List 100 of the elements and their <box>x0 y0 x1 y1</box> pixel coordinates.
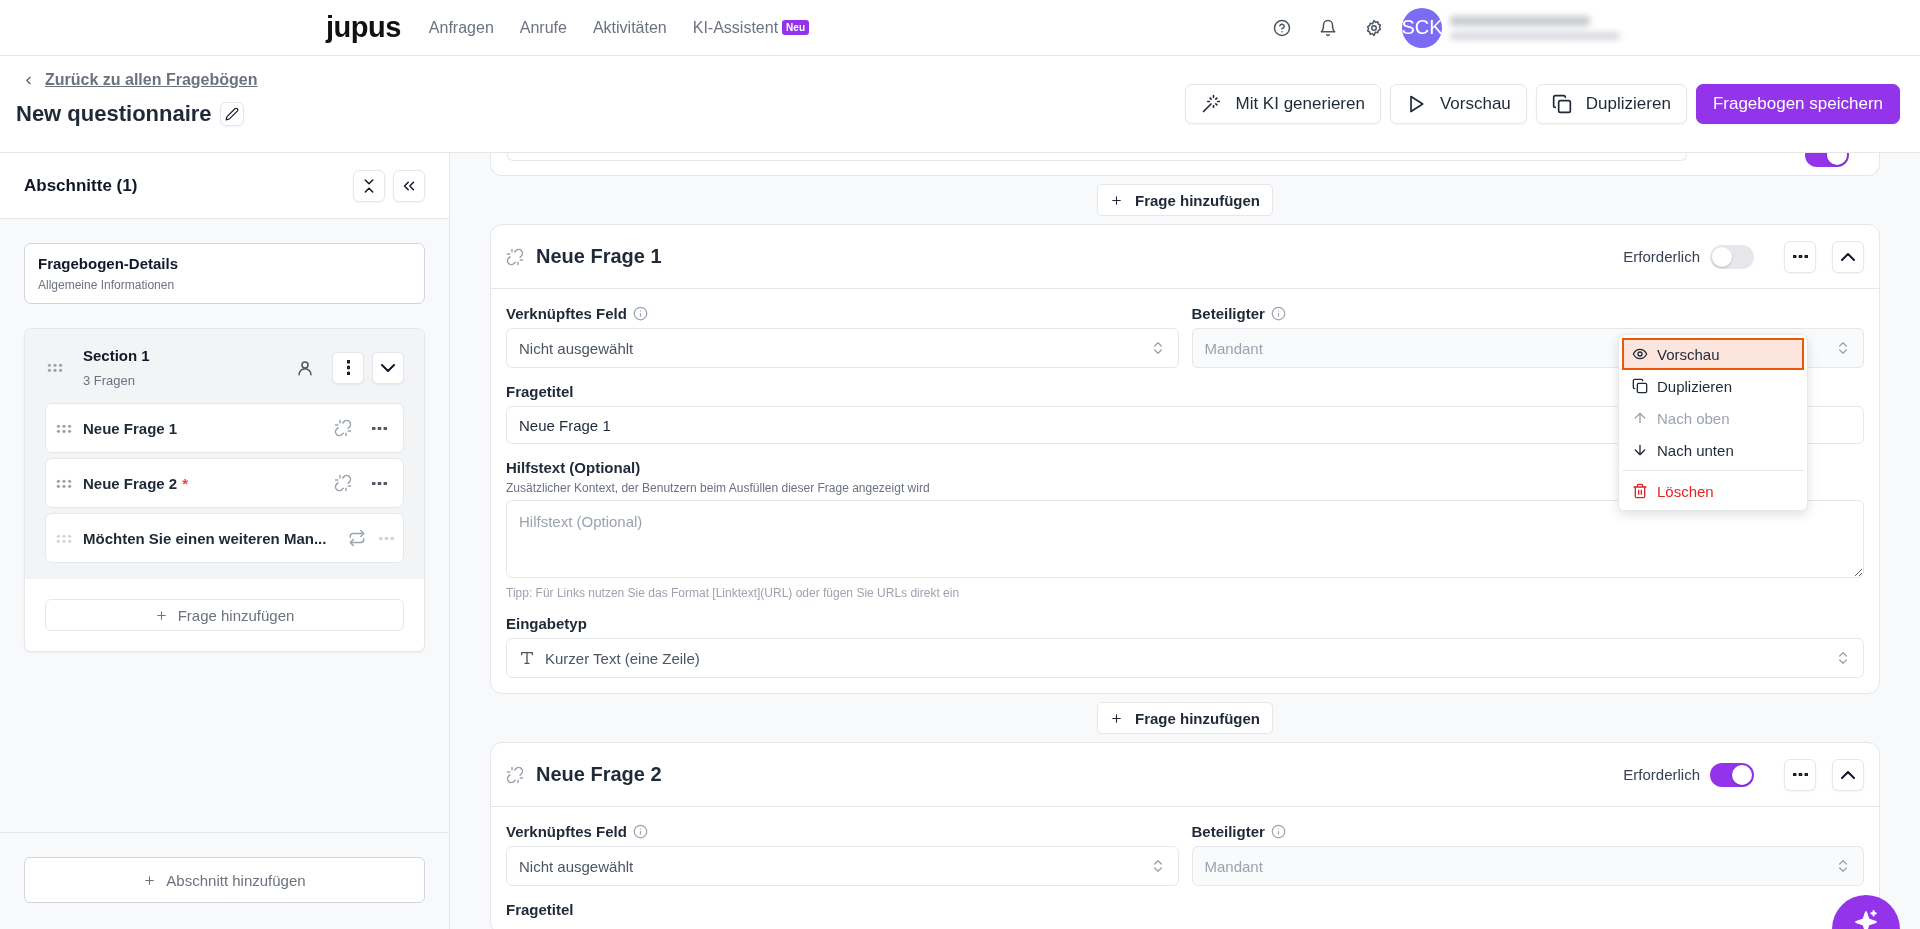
question-label: Neue Frage 2 <box>83 474 178 492</box>
copy-icon <box>1551 94 1572 114</box>
broken-link-icon <box>334 474 352 492</box>
settings-icon <box>1365 18 1383 37</box>
help-text-area[interactable]: Hilfstext (Optional) <box>506 500 1864 578</box>
repeat-icon <box>348 529 367 547</box>
question-count: 3 Fragen <box>83 373 137 388</box>
info-icon <box>632 306 648 321</box>
select-field[interactable]: Nicht ausgewählt <box>506 328 1179 368</box>
generate-button[interactable]: Mit KI generieren <box>1185 84 1381 124</box>
section-menu-button[interactable] <box>332 351 364 384</box>
required-label: Erforderlich <box>1623 248 1700 265</box>
sparkle-icon <box>1853 909 1879 929</box>
field-label: Fragetitel <box>506 901 574 918</box>
collapse-question-button[interactable] <box>1832 240 1864 273</box>
question-menu-button[interactable] <box>1784 758 1816 791</box>
details-title: Fragebogen-Details <box>38 255 180 272</box>
eye-icon <box>1632 346 1648 362</box>
required-label: Erforderlich <box>1623 766 1700 783</box>
nav-link[interactable]: Aktivitäten <box>592 18 667 37</box>
field-label: Verknüpftes Feld <box>506 305 627 322</box>
more-icon <box>379 536 395 540</box>
arrow-up-icon <box>1632 410 1648 426</box>
more-icon <box>1792 773 1808 776</box>
nav-link[interactable]: Anfragen <box>428 18 494 37</box>
question-item[interactable]: Neue Frage 1 <box>45 403 404 453</box>
plus-icon <box>1110 193 1123 207</box>
user-avatar[interactable]: SCK <box>1402 7 1442 48</box>
question-label: Neue Frage 1 <box>83 419 178 437</box>
field-label: Fragetitel <box>506 383 574 400</box>
question-title: Neue Frage 2 <box>536 763 662 786</box>
plus-icon <box>1110 711 1123 725</box>
plus-icon <box>143 873 157 887</box>
logo[interactable]: jupus <box>326 11 401 44</box>
add-section-button[interactable]: Abschnitt hinzufügen <box>24 857 425 903</box>
toggle-switch[interactable] <box>1710 244 1754 269</box>
expand-section-button[interactable] <box>372 351 404 384</box>
drag-handle-icon[interactable] <box>56 478 72 488</box>
copy-icon <box>1632 378 1648 394</box>
info-icon <box>1270 824 1286 839</box>
question-menu-button[interactable] <box>1784 240 1816 273</box>
new-badge: Neu <box>782 20 809 35</box>
hint-text: Tipp: Für Links nutzen Sie das Format [Linktext](URL) oder fügen Sie URLs direkt ein <box>506 586 961 600</box>
toggle-switch[interactable] <box>1710 762 1754 787</box>
collapse-all-button[interactable] <box>353 169 385 202</box>
select-field[interactable]: Kurzer Text (eine Zeile) <box>506 638 1864 678</box>
field-label: Beteiligter <box>1191 823 1265 840</box>
bell-icon <box>1319 18 1337 37</box>
pencil-icon <box>224 107 239 121</box>
nav-link[interactable]: KI-Assistent Neu <box>692 18 809 37</box>
page-title: New questionnaire <box>16 101 212 127</box>
trash-icon <box>1632 483 1648 499</box>
collapse-question-button[interactable] <box>1832 758 1864 791</box>
details-card[interactable]: Fragebogen-Details Allgemeine Informationen <box>24 243 425 304</box>
chevron-down-icon <box>381 363 395 372</box>
field-label: Verknüpftes Feld <box>506 823 627 840</box>
duplicate-button[interactable]: Duplizieren <box>1535 84 1687 124</box>
select-field[interactable]: Nicht ausgewählt <box>506 846 1179 886</box>
plus-icon <box>154 608 168 622</box>
info-icon <box>632 824 648 839</box>
drag-handle-icon[interactable] <box>47 363 63 372</box>
broken-link-icon <box>506 765 524 784</box>
add-question-button[interactable]: Frage hinzufügen <box>1097 184 1273 216</box>
nav-link[interactable]: Anrufe <box>519 18 567 37</box>
details-subtitle: Allgemeine Informationen <box>38 278 176 292</box>
broken-link-icon <box>506 247 524 266</box>
question-item[interactable]: Neue Frage 2 * <box>45 458 404 508</box>
add-question-button[interactable]: Frage hinzufügen <box>1097 702 1273 734</box>
person-icon <box>296 358 314 377</box>
field-label: Beteiligter <box>1191 305 1265 322</box>
menu-item[interactable]: Vorschau <box>1622 338 1804 370</box>
vertical-dots-icon <box>346 360 350 375</box>
chevron-up-icon <box>1841 252 1855 261</box>
magic-wand-icon <box>1201 94 1222 114</box>
more-icon <box>371 481 387 485</box>
field-description: Zusätzlicher Kontext, der Benutzern beim Ausfüllen dieser Frage angezeigt wird <box>506 481 930 495</box>
save-button[interactable]: Fragebogen speichern <box>1695 84 1900 124</box>
back-link[interactable]: Zurück zu allen Fragebögen <box>45 71 258 89</box>
question-label: Möchten Sie einen weiteren Man... <box>83 529 327 547</box>
field-label: Eingabetyp <box>506 615 587 632</box>
hide-sidebar-button[interactable] <box>393 169 425 202</box>
drag-handle-icon[interactable] <box>56 423 72 433</box>
more-icon <box>371 426 387 430</box>
info-icon <box>1270 306 1286 321</box>
text-type-icon <box>519 650 535 666</box>
text-input[interactable] <box>507 153 1687 161</box>
menu-item[interactable]: Duplizieren <box>1622 370 1804 402</box>
field-label: Hilfstext (Optional) <box>506 459 641 476</box>
section-title: Section 1 <box>83 347 151 364</box>
preview-button[interactable]: Vorschau <box>1389 84 1527 124</box>
question-title: Neue Frage 1 <box>536 245 662 268</box>
required-asterisk: * <box>182 474 189 492</box>
add-question-button[interactable]: Frage hinzufügen <box>45 599 404 631</box>
help-icon <box>1273 18 1291 37</box>
chevron-up-icon <box>1841 770 1855 779</box>
edit-title-button[interactable] <box>219 102 244 126</box>
arrow-down-icon <box>1632 442 1648 458</box>
broken-link-icon <box>334 419 352 437</box>
more-icon <box>1792 255 1808 258</box>
sidebar-title: Abschnitte (1) <box>24 175 138 196</box>
